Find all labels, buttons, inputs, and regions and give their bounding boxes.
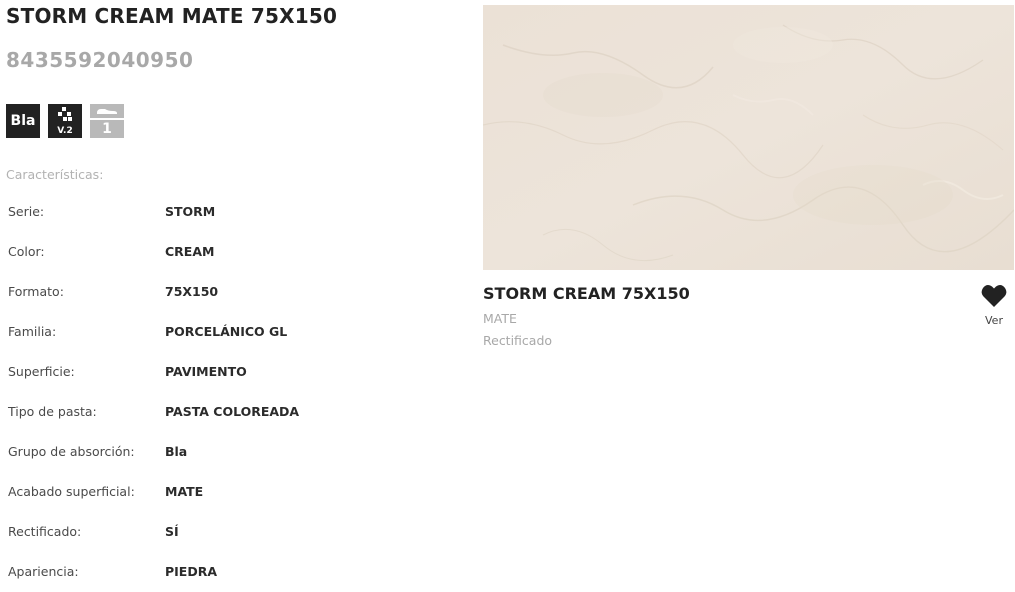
spec-row-formato: Formato: 75X150 — [8, 272, 448, 312]
spec-label: Rectificado: — [8, 524, 82, 539]
spec-label: Superficie: — [8, 364, 75, 379]
favorite-button[interactable]: Ver — [976, 284, 1012, 327]
heart-icon[interactable] — [981, 284, 1007, 308]
favorite-label[interactable]: Ver — [976, 314, 1012, 327]
pattern-variation-badge-label: V.2 — [57, 126, 73, 136]
spec-value: SÍ — [165, 524, 179, 539]
spec-label: Tipo de pasta: — [8, 404, 97, 419]
spec-label: Acabado superficial: — [8, 484, 135, 499]
stone-texture — [483, 5, 1014, 270]
product-title: STORM CREAM MATE 75X150 — [6, 4, 338, 28]
card-title[interactable]: STORM CREAM 75X150 — [483, 284, 690, 303]
spec-value: Bla — [165, 444, 188, 459]
floor-traffic-badge: 1 — [90, 104, 124, 138]
tile-image[interactable] — [483, 5, 1014, 270]
shoe-icon — [97, 109, 117, 114]
spec-row-color: Color: CREAM — [8, 232, 448, 272]
spec-list: Serie: STORM Color: CREAM Formato: 75X15… — [8, 192, 448, 592]
pattern-variation-badge: V.2 — [48, 104, 82, 138]
spec-label: Apariencia: — [8, 564, 79, 579]
absorption-group-badge: Bla — [6, 104, 40, 138]
product-ean: 8435592040950 — [6, 48, 194, 72]
spec-value: STORM — [165, 204, 216, 219]
spec-value: CREAM — [165, 244, 215, 259]
spec-row-serie: Serie: STORM — [8, 192, 448, 232]
spec-value: MATE — [165, 484, 204, 499]
spec-row-superficie: Superficie: PAVIMENTO — [8, 352, 448, 392]
badge-row: Bla V.2 1 — [6, 104, 124, 138]
spec-row-rectificado: Rectificado: SÍ — [8, 512, 448, 552]
spec-row-tipo-pasta: Tipo de pasta: PASTA COLOREADA — [8, 392, 448, 432]
spec-label: Color: — [8, 244, 45, 259]
spec-row-apariencia: Apariencia: PIEDRA — [8, 552, 448, 592]
spec-value: PAVIMENTO — [165, 364, 247, 379]
spec-label: Serie: — [8, 204, 45, 219]
spec-row-acabado: Acabado superficial: MATE — [8, 472, 448, 512]
pattern-variation-icon — [58, 107, 72, 121]
absorption-group-badge-label: Bla — [10, 113, 36, 129]
spec-label: Formato: — [8, 284, 64, 299]
card-rectified: Rectificado — [483, 333, 553, 348]
spec-row-grupo-absorcion: Grupo de absorción: Bla — [8, 432, 448, 472]
product-details: STORM CREAM MATE 75X150 8435592040950 Bl… — [6, 0, 466, 582]
spec-value: PASTA COLOREADA — [165, 404, 300, 419]
features-heading: Características: — [6, 167, 104, 182]
spec-value: 75X150 — [165, 284, 219, 299]
spec-value: PIEDRA — [165, 564, 218, 579]
floor-line — [90, 118, 124, 120]
spec-row-familia: Familia: PORCELÁNICO GL — [8, 312, 448, 352]
floor-traffic-badge-label: 1 — [102, 121, 112, 137]
spec-label: Familia: — [8, 324, 57, 339]
spec-value: PORCELÁNICO GL — [165, 324, 288, 339]
spec-label: Grupo de absorción: — [8, 444, 135, 459]
card-finish: MATE — [483, 311, 517, 326]
